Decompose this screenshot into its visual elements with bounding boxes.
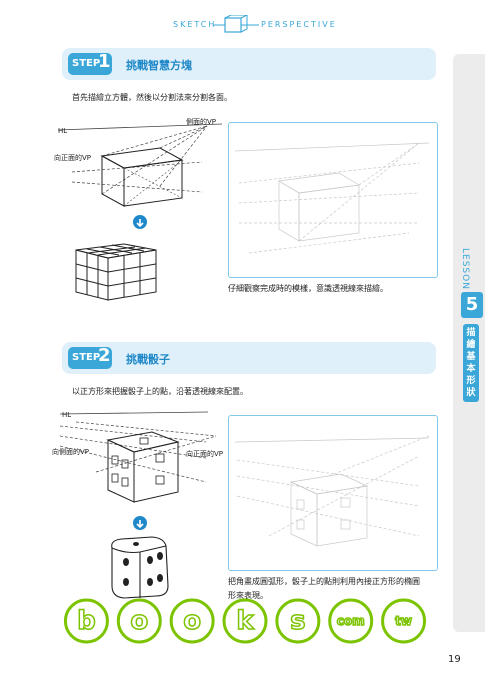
watermark-logo: b o o k s com tw bbox=[63, 598, 427, 644]
step2-header: STEP 2 挑戰骰子 bbox=[62, 342, 436, 374]
cube-logo-icon bbox=[213, 15, 259, 33]
page-header: SKETCH PERSPECTIVE bbox=[0, 15, 485, 35]
header-right-text: PERSPECTIVE bbox=[261, 20, 337, 29]
step2-badge: STEP 2 bbox=[68, 345, 112, 369]
step1-label-vp-side: 側面的VP bbox=[186, 118, 217, 126]
svg-text:o: o bbox=[130, 606, 148, 636]
watermark-letter: o bbox=[116, 598, 162, 644]
step1-header: STEP 1 挑戰智慧方塊 bbox=[62, 48, 436, 80]
svg-text:o: o bbox=[183, 606, 201, 636]
watermark-letter: tw bbox=[381, 598, 427, 644]
dice-sketch bbox=[111, 536, 169, 599]
step1-badge-number: 1 bbox=[98, 51, 111, 72]
step2-label-vp-front: 向正面的VP bbox=[186, 450, 224, 458]
step1-title: 挑戰智慧方塊 bbox=[126, 59, 192, 72]
chapter-title-vertical: 描繪基本形狀 bbox=[463, 324, 479, 402]
step1-label-vp-front: 向正面的VP bbox=[54, 154, 92, 162]
step2-label-hl: HL bbox=[62, 411, 72, 419]
step2-badge-text: STEP bbox=[72, 352, 101, 363]
step1-intro: 首先描繪立方體，然後以分割法來分割各面。 bbox=[72, 93, 232, 102]
svg-text:b: b bbox=[77, 606, 96, 636]
lesson-number: 5 bbox=[461, 292, 483, 318]
step1-practice-frame bbox=[228, 122, 438, 278]
svg-text:com: com bbox=[337, 614, 365, 628]
watermark-letter: com bbox=[328, 598, 374, 644]
step2-intro: 以正方形來把握骰子上的點，沿著透視線來配置。 bbox=[72, 387, 248, 396]
watermark-letter: b bbox=[63, 598, 109, 644]
header-left-text: SKETCH bbox=[173, 20, 217, 29]
arrow-down-icon bbox=[133, 516, 147, 530]
arrow-down-icon bbox=[133, 215, 147, 229]
step2-label-vp-side: 向側面的VP bbox=[52, 448, 90, 456]
step2-badge-number: 2 bbox=[98, 345, 111, 366]
svg-text:s: s bbox=[290, 606, 305, 636]
lesson-label: LESSON bbox=[460, 248, 470, 290]
step2-faint-guide-sketch bbox=[234, 435, 430, 547]
step1-badge: STEP 1 bbox=[68, 51, 112, 75]
step1-faint-guide-sketch bbox=[234, 142, 430, 254]
step2-title: 挑戰骰子 bbox=[126, 353, 170, 366]
step1-badge-text: STEP bbox=[72, 58, 101, 69]
watermark-letter: s bbox=[275, 598, 321, 644]
step2-caption-line1: 把角畫成圓弧形，骰子上的點則利用內接正方形的橢圓 bbox=[228, 577, 420, 586]
svg-text:tw: tw bbox=[395, 614, 412, 628]
step1-rubiks-cube-sketch bbox=[75, 243, 157, 301]
watermark-letter: o bbox=[169, 598, 215, 644]
step2-practice-frame bbox=[228, 415, 438, 571]
page-number: 19 bbox=[448, 654, 461, 665]
watermark-letter: k bbox=[222, 598, 268, 644]
step1-label-hl: HL bbox=[58, 127, 68, 135]
svg-text:k: k bbox=[236, 606, 254, 636]
step1-caption: 仔細觀察完成時的模樣，意識透視線來描繪。 bbox=[228, 284, 388, 293]
